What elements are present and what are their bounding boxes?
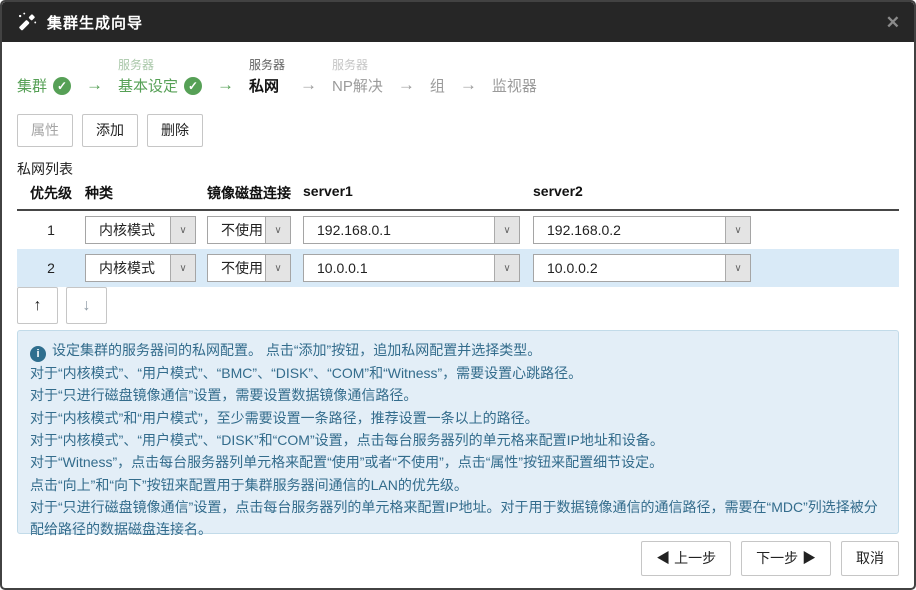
step-monitor: 监视器 (492, 56, 537, 97)
footer-buttons: ◀ 上一步 下一步 ▶ 取消 (641, 541, 899, 576)
priority-cell: 1 (17, 222, 85, 238)
header-type: 种类 (85, 183, 207, 203)
table-header-row: 优先级 种类 镜像磁盘连接 server1 server2 (17, 183, 899, 211)
step-interconnect: 服务器 私网 (249, 56, 285, 97)
header-server1: server1 (303, 183, 533, 203)
step-np-resolution: 服务器 NP解决 (332, 56, 383, 97)
header-mirror-disk: 镜像磁盘连接 (207, 183, 303, 203)
step-label: 基本设定 (118, 75, 178, 96)
info-line: 对于“只进行磁盘镜像通信”设置，需要设置数据镜像通信路径。 (30, 384, 886, 406)
reorder-controls: ↑ ↓ (17, 287, 107, 324)
step-label: NP解决 (332, 75, 383, 96)
step-label: 监视器 (492, 75, 537, 96)
step-arrow-icon: → (300, 75, 317, 97)
titlebar: 集群生成向导 ✕ (2, 2, 914, 42)
table-caption: 私网列表 (17, 159, 73, 179)
info-line: 点击“向上”和“向下”按钮来配置用于集群服务器间通信的LAN的优先级。 (30, 474, 886, 496)
next-button[interactable]: 下一步 ▶ (741, 541, 831, 576)
type-select[interactable]: 内核模式∨ (85, 254, 196, 282)
type-select[interactable]: 内核模式∨ (85, 216, 196, 244)
mirror-disk-select[interactable]: 不使用∨ (207, 254, 291, 282)
chevron-down-icon: ∨ (494, 255, 519, 281)
info-line: 对于“内核模式”、“用户模式”、“BMC”、“DISK”、“COM”和“Witn… (30, 362, 886, 384)
chevron-down-icon: ∨ (265, 217, 290, 243)
close-icon[interactable]: ✕ (886, 14, 900, 31)
check-icon: ✓ (184, 77, 202, 95)
step-cluster: 集群 ✓ (17, 56, 71, 97)
header-priority: 优先级 (17, 183, 85, 203)
step-group: 组 (430, 56, 445, 97)
delete-button[interactable]: 删除 (147, 114, 203, 147)
info-icon: i (30, 346, 46, 362)
step-sublabel: 服务器 (118, 56, 154, 74)
step-arrow-icon: → (217, 75, 234, 97)
chevron-down-icon: ∨ (725, 255, 750, 281)
mirror-disk-select[interactable]: 不使用∨ (207, 216, 291, 244)
toolbar: 属性 添加 删除 (17, 114, 203, 147)
wand-icon (16, 11, 38, 33)
step-arrow-icon: → (398, 75, 415, 97)
chevron-down-icon: ∨ (725, 217, 750, 243)
step-sublabel: 服务器 (249, 56, 285, 74)
info-line: 对于“只进行磁盘镜像通信”设置，点击每台服务器列的单元格来配置IP地址。对于用于… (30, 496, 886, 541)
back-button[interactable]: ◀ 上一步 (641, 541, 731, 576)
step-arrow-icon: → (86, 75, 103, 97)
interconnect-table: 优先级 种类 镜像磁盘连接 server1 server2 1 内核模式∨ 不使… (17, 183, 899, 287)
chevron-down-icon: ∨ (265, 255, 290, 281)
move-up-button[interactable]: ↑ (17, 287, 58, 324)
header-server2: server2 (533, 183, 899, 203)
info-line: 对于“内核模式”和“用户模式”，至少需要设置一条路径，推荐设置一条以上的路径。 (30, 407, 886, 429)
table-row[interactable]: 2 内核模式∨ 不使用∨ 10.0.0.1∨ 10.0.0.2∨ (17, 249, 899, 287)
step-label: 组 (430, 75, 445, 96)
properties-button[interactable]: 属性 (17, 114, 73, 147)
info-line: 对于“内核模式”、“用户模式”、“DISK”和“COM”设置，点击每台服务器列的… (30, 429, 886, 451)
info-line: i 设定集群的服务器间的私网配置。 点击“添加”按钮，追加私网配置并选择类型。 (30, 339, 886, 362)
table-row[interactable]: 1 内核模式∨ 不使用∨ 192.168.0.1∨ 192.168.0.2∨ (17, 211, 899, 249)
step-label: 集群 (17, 75, 47, 96)
add-button[interactable]: 添加 (82, 114, 138, 147)
cancel-button[interactable]: 取消 (841, 541, 899, 576)
wizard-steps: 集群✓ → 服务器 基本设定✓ → 服务器 私网 → 服务器 NP解决 → 组 … (17, 56, 537, 97)
chevron-down-icon: ∨ (494, 217, 519, 243)
priority-cell: 2 (17, 260, 85, 276)
server1-select[interactable]: 10.0.0.1∨ (303, 254, 520, 282)
info-box: i 设定集群的服务器间的私网配置。 点击“添加”按钮，追加私网配置并选择类型。 对… (17, 330, 899, 534)
server1-select[interactable]: 192.168.0.1∨ (303, 216, 520, 244)
check-icon: ✓ (53, 77, 71, 95)
move-down-button[interactable]: ↓ (66, 287, 107, 324)
step-arrow-icon: → (460, 75, 477, 97)
info-line: 对于“Witness”，点击每台服务器列单元格来配置“使用”或者“不使用”，点击… (30, 451, 886, 473)
step-label: 私网 (249, 75, 279, 96)
chevron-down-icon: ∨ (170, 255, 195, 281)
server2-select[interactable]: 10.0.0.2∨ (533, 254, 751, 282)
info-text: 设定集群的服务器间的私网配置。 点击“添加”按钮，追加私网配置并选择类型。 (52, 342, 541, 358)
dialog-title: 集群生成向导 (47, 12, 143, 33)
step-basic-settings: 服务器 基本设定 ✓ (118, 56, 202, 97)
step-sublabel: 服务器 (332, 56, 368, 74)
cluster-wizard-dialog: 集群生成向导 ✕ 集群 ✓ → 服务器 基本设定 ✓ → 服务器 私网 → 服务器 … (0, 0, 916, 590)
chevron-down-icon: ∨ (170, 217, 195, 243)
server2-select[interactable]: 192.168.0.2∨ (533, 216, 751, 244)
